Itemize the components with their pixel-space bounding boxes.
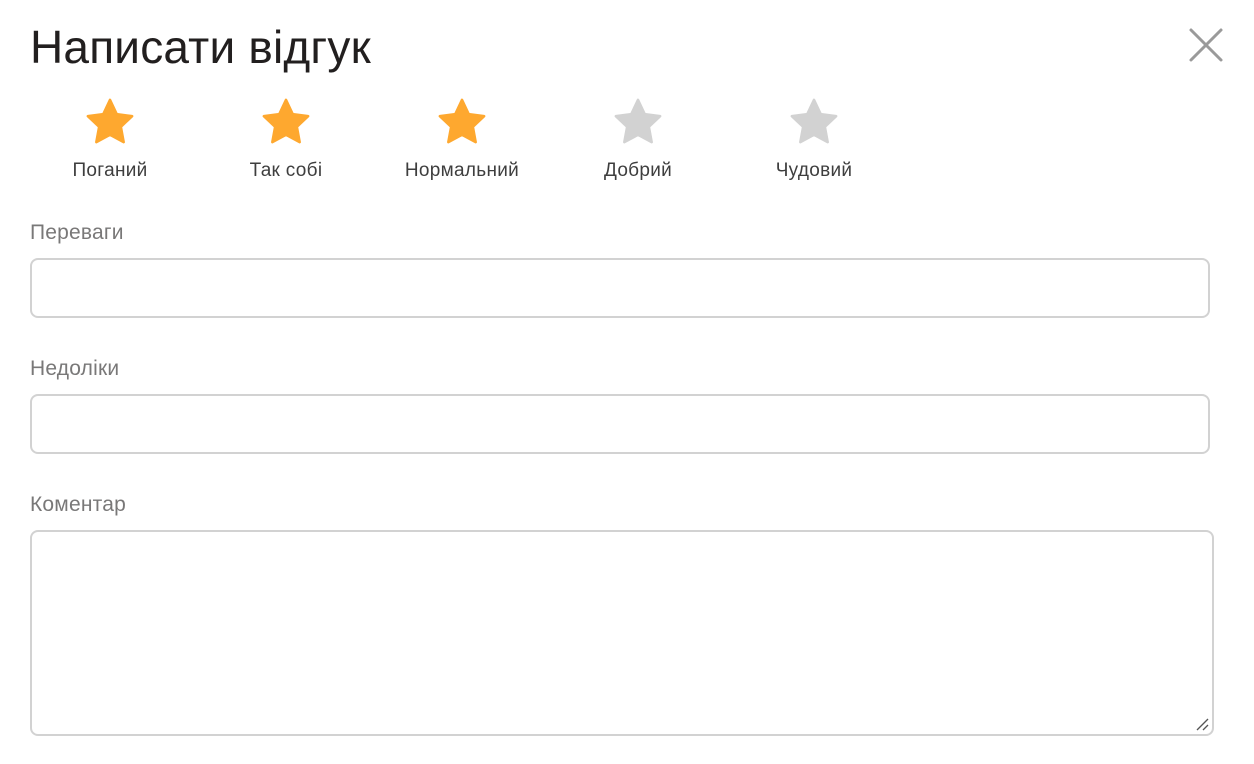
rating-option-1[interactable]: Поганий (30, 96, 190, 188)
rating-option-2[interactable]: Так собі (206, 96, 366, 188)
rating-label: Так собі (249, 160, 323, 181)
resize-handle-icon[interactable] (1194, 716, 1210, 732)
rating-option-5[interactable]: Чудовий (734, 96, 894, 188)
rating-option-3[interactable]: Нормальний (382, 96, 542, 188)
close-button[interactable] (1184, 24, 1228, 68)
comment-label: Коментар (30, 493, 126, 516)
review-dialog: Написати відгук Поганий Так собі Нормаль… (0, 0, 1254, 764)
disadvantages-label: Недоліки (30, 357, 120, 380)
close-icon (1189, 28, 1223, 62)
star-icon (86, 98, 134, 144)
star-icon (262, 98, 310, 144)
rating-label: Нормальний (404, 160, 520, 181)
comment-textarea[interactable] (30, 530, 1214, 736)
rating-option-4[interactable]: Добрий (558, 96, 718, 188)
star-icon (438, 98, 486, 144)
dialog-title: Написати відгук (30, 21, 371, 73)
star-rating: Поганий Так собі Нормальний Добрий Чудов… (30, 96, 930, 188)
advantages-input[interactable] (30, 258, 1210, 318)
rating-label: Добрий (603, 160, 673, 181)
star-icon (614, 98, 662, 144)
rating-label: Чудовий (775, 160, 853, 181)
disadvantages-input[interactable] (30, 394, 1210, 454)
star-icon (790, 98, 838, 144)
advantages-label: Переваги (30, 221, 124, 244)
rating-label: Поганий (72, 160, 148, 181)
